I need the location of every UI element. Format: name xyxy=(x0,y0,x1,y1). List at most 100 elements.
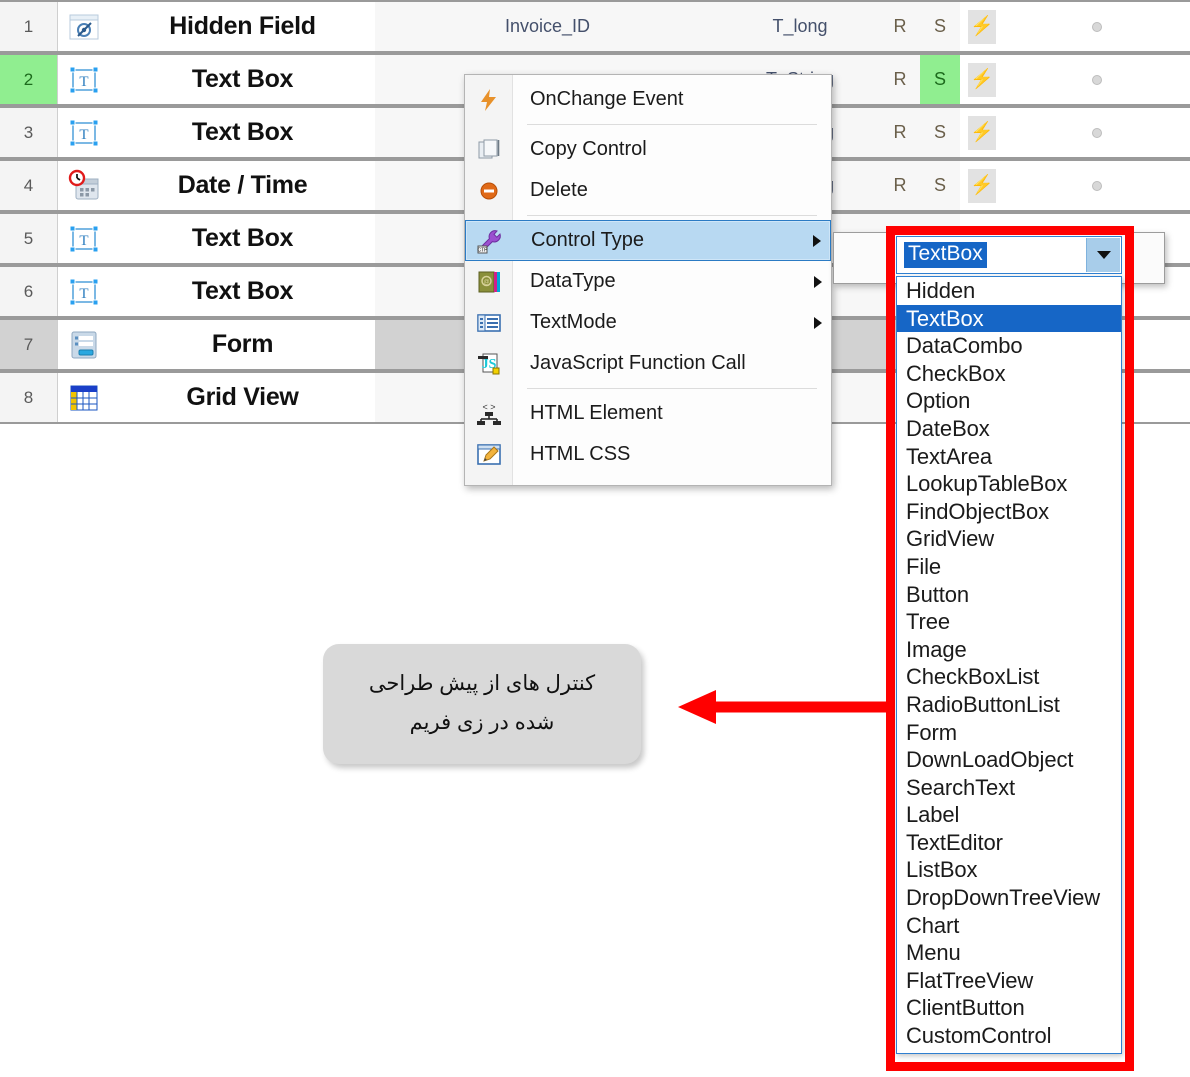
context-menu-item-html-css[interactable]: HTML CSS xyxy=(465,434,831,475)
context-menu-item-label: DataType xyxy=(530,270,616,292)
row-number-cell[interactable]: 6 xyxy=(0,267,58,316)
status-dot-cell[interactable] xyxy=(1004,55,1190,104)
status-dot-cell[interactable] xyxy=(1004,2,1190,51)
control-type-option[interactable]: ListBox xyxy=(897,856,1121,884)
data-type-cell[interactable]: T_long xyxy=(720,2,880,51)
context-menu-item-javascript-function-call[interactable]: JS JavaScript Function Call xyxy=(465,343,831,384)
context-menu-item-datatype[interactable]: @ DataType xyxy=(465,261,831,302)
control-name-cell[interactable]: Text Box xyxy=(110,108,375,157)
row-number-cell[interactable]: 1 xyxy=(0,2,58,51)
control-type-option[interactable]: TextEditor xyxy=(897,829,1121,857)
row-number-cell[interactable]: 3 xyxy=(0,108,58,157)
context-menu-item-html-element[interactable]: < > HTML Element xyxy=(465,393,831,434)
control-icon-cell: T xyxy=(58,55,110,104)
control-type-option[interactable]: Menu xyxy=(897,939,1121,967)
annotation-callout-text: کنترل های از پیش طراحی شده در زی فریم xyxy=(347,665,617,743)
control-name-cell[interactable]: Text Box xyxy=(110,214,375,263)
save-flag-cell[interactable]: S xyxy=(920,108,960,157)
required-flag-cell[interactable]: R xyxy=(880,55,920,104)
control-type-combobox-toggle[interactable] xyxy=(1086,238,1120,272)
svg-text:@: @ xyxy=(483,279,489,285)
svg-text:T: T xyxy=(79,127,88,143)
status-dot-cell[interactable] xyxy=(1004,161,1190,210)
lightning-bolt-icon xyxy=(465,87,513,113)
control-type-combobox-wrapper[interactable]: TextBox Hidden TextBox DataCombo CheckBox Op… xyxy=(896,236,1122,1054)
annotation-callout: کنترل های از پیش طراحی شده در زی فریم xyxy=(323,644,641,764)
table-row[interactable]: 1 Hidden Field Invoice_ID T_long R S ⚡ xyxy=(0,0,1190,53)
context-menu-separator xyxy=(527,388,817,389)
control-type-option[interactable]: DataCombo xyxy=(897,332,1121,360)
control-type-option[interactable]: GridView xyxy=(897,525,1121,553)
chevron-down-icon xyxy=(1096,251,1111,259)
control-type-option[interactable]: CustomControl xyxy=(897,1022,1121,1050)
field-name-cell[interactable]: Invoice_ID xyxy=(375,2,720,51)
control-name-cell[interactable]: Form xyxy=(110,320,375,369)
row-number-cell[interactable]: 8 xyxy=(0,373,58,422)
required-flag-cell[interactable]: R xyxy=(880,108,920,157)
row-number-cell[interactable]: 2 xyxy=(0,55,58,104)
control-type-option-list[interactable]: Hidden TextBox DataCombo CheckBox Option Date… xyxy=(896,276,1122,1054)
event-button-cell[interactable]: ⚡ xyxy=(960,55,1004,104)
row-number-cell[interactable]: 5 xyxy=(0,214,58,263)
context-menu-item-copy-control[interactable]: Copy Control xyxy=(465,129,831,170)
control-type-option[interactable]: Image xyxy=(897,636,1121,664)
control-name-cell[interactable]: Text Box xyxy=(110,267,375,316)
control-name-cell[interactable]: Grid View xyxy=(110,373,375,422)
control-type-option[interactable]: CheckBoxList xyxy=(897,663,1121,691)
status-dot-icon xyxy=(1092,180,1102,191)
context-menu-item-delete[interactable]: Delete xyxy=(465,170,831,211)
save-flag-cell[interactable]: S xyxy=(920,2,960,51)
annotation-arrow-icon xyxy=(678,690,891,724)
lightning-bolt-icon[interactable]: ⚡ xyxy=(968,62,996,97)
control-type-option[interactable]: Tree xyxy=(897,608,1121,636)
html-element-icon: < > xyxy=(465,401,513,427)
control-type-option[interactable]: FindObjectBox xyxy=(897,498,1121,526)
context-menu-item-label: Control Type xyxy=(531,229,645,251)
control-type-option[interactable]: Chart xyxy=(897,912,1121,940)
callout-line-2: شده در زی فریم xyxy=(409,711,555,734)
lightning-bolt-icon[interactable]: ⚡ xyxy=(968,168,996,203)
control-type-option[interactable]: ClientButton xyxy=(897,994,1121,1022)
lightning-bolt-icon[interactable]: ⚡ xyxy=(968,115,996,150)
control-type-combobox[interactable]: TextBox xyxy=(896,236,1122,274)
control-type-option[interactable]: Button xyxy=(897,581,1121,609)
context-menu-item-onchange-event[interactable]: OnChange Event xyxy=(465,79,831,120)
save-flag-cell[interactable]: S xyxy=(920,55,960,104)
control-icon-cell: T xyxy=(58,108,110,157)
control-type-option[interactable]: TextArea xyxy=(897,443,1121,471)
event-button-cell[interactable]: ⚡ xyxy=(960,108,1004,157)
control-type-option[interactable]: DownLoadObject xyxy=(897,746,1121,774)
control-type-option[interactable]: DropDownTreeView xyxy=(897,884,1121,912)
control-type-option[interactable]: Form xyxy=(897,719,1121,747)
text-box-icon: T xyxy=(67,116,101,150)
save-flag-cell[interactable]: S xyxy=(920,161,960,210)
control-icon-cell: T xyxy=(58,267,110,316)
control-type-option[interactable]: Option xyxy=(897,387,1121,415)
control-type-option[interactable]: RadioButtonList xyxy=(897,691,1121,719)
lightning-bolt-icon[interactable]: ⚡ xyxy=(968,9,996,44)
control-type-option[interactable]: FlatTreeView xyxy=(897,967,1121,995)
control-context-menu[interactable]: OnChange Event Copy Control Delete CTP Contr… xyxy=(464,74,832,486)
context-menu-item-textmode[interactable]: TextMode xyxy=(465,302,831,343)
status-dot-cell[interactable] xyxy=(1004,108,1190,157)
status-dot-icon xyxy=(1092,21,1102,32)
control-type-option[interactable]: LookupTableBox xyxy=(897,470,1121,498)
control-type-option[interactable]: CheckBox xyxy=(897,360,1121,388)
required-flag-cell[interactable]: R xyxy=(880,2,920,51)
control-name-cell[interactable]: Hidden Field xyxy=(110,2,375,51)
control-type-option[interactable]: File xyxy=(897,553,1121,581)
row-number-cell[interactable]: 4 xyxy=(0,161,58,210)
control-name-cell[interactable]: Date / Time xyxy=(110,161,375,210)
context-menu-item-control-type[interactable]: CTP Control Type xyxy=(465,220,831,261)
control-type-option[interactable]: Label xyxy=(897,801,1121,829)
control-type-option[interactable]: TextBox xyxy=(897,304,1121,333)
control-type-option[interactable]: Hidden xyxy=(897,277,1121,305)
control-type-option[interactable]: SearchText xyxy=(897,774,1121,802)
event-button-cell[interactable]: ⚡ xyxy=(960,161,1004,210)
control-icon-cell xyxy=(58,161,110,210)
required-flag-cell[interactable]: R xyxy=(880,161,920,210)
row-number-cell[interactable]: 7 xyxy=(0,320,58,369)
event-button-cell[interactable]: ⚡ xyxy=(960,2,1004,51)
control-name-cell[interactable]: Text Box xyxy=(110,55,375,104)
control-type-option[interactable]: DateBox xyxy=(897,415,1121,443)
